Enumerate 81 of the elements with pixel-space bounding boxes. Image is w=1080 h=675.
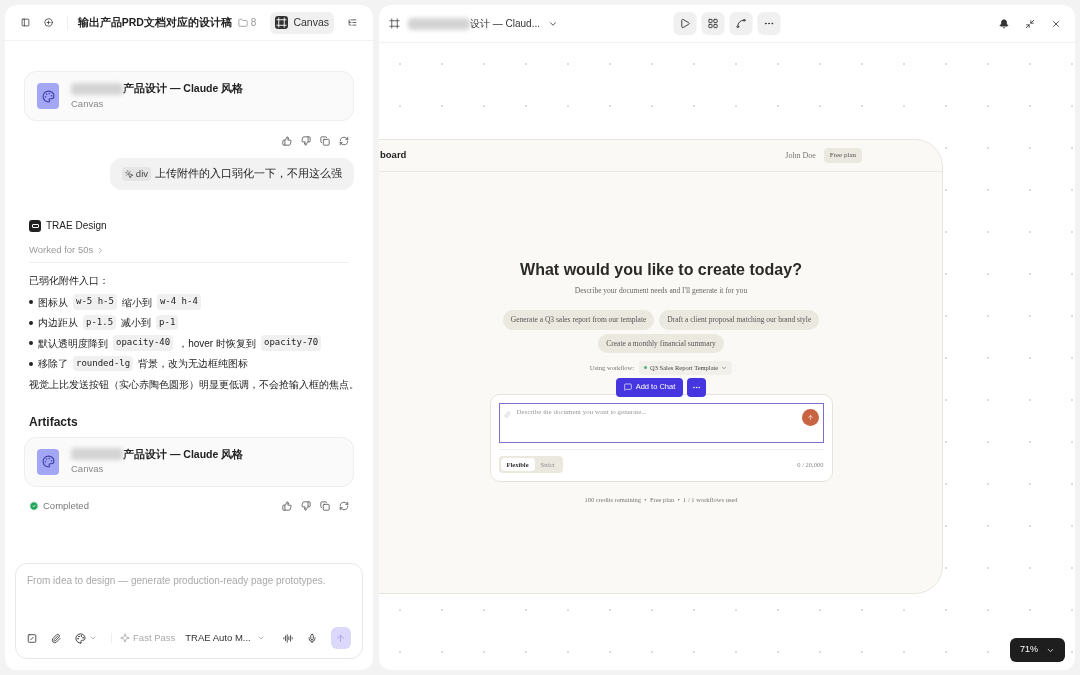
bullet-text: 图标从 bbox=[38, 295, 68, 310]
artifacts-heading: Artifacts bbox=[28, 413, 79, 431]
copy-icon[interactable] bbox=[320, 500, 330, 511]
bullet-text: 减小到 bbox=[121, 316, 152, 330]
bullet-text: 缩小到 bbox=[121, 295, 152, 310]
cursor-click-icon bbox=[124, 169, 134, 179]
bullet-text: 移除了 bbox=[38, 357, 68, 371]
collapse-icon[interactable] bbox=[1025, 18, 1035, 29]
inline-code: opacity-70 bbox=[261, 335, 322, 351]
zoom-selector[interactable]: 71% bbox=[1010, 638, 1065, 662]
bullet-text: ，hover 时恢复到 bbox=[178, 336, 256, 351]
assistant-name: TRAE Design bbox=[46, 219, 107, 233]
slash-command-icon[interactable] bbox=[27, 632, 38, 644]
artboard-title: 设计 — Claud... bbox=[470, 17, 541, 31]
blurred-block bbox=[71, 448, 123, 461]
file-icon bbox=[37, 448, 59, 475]
arrow-up-icon bbox=[806, 413, 814, 421]
palette-icon[interactable] bbox=[75, 632, 87, 644]
status-text: Completed bbox=[43, 498, 89, 513]
chevron-down-icon bbox=[256, 634, 265, 642]
model-selector[interactable]: TRAE Auto M... bbox=[185, 630, 265, 646]
thumbs-down-icon[interactable] bbox=[301, 136, 311, 146]
connector-button[interactable] bbox=[729, 12, 753, 35]
artifact-title: 产品设计 — Claude 风格 bbox=[123, 81, 244, 96]
chat-bubble-icon bbox=[623, 383, 632, 391]
folder-icon bbox=[237, 17, 248, 28]
blurred-block bbox=[71, 82, 123, 95]
new-chat-icon[interactable] bbox=[44, 16, 53, 29]
element-chip: div bbox=[121, 166, 151, 182]
copy-icon[interactable] bbox=[320, 136, 330, 146]
conversation-title: 输出产品PRD文档对应的设计稿 bbox=[77, 14, 232, 30]
grid-button[interactable] bbox=[701, 12, 725, 35]
artifact-title: 产品设计 — Claude 风格 bbox=[123, 446, 244, 462]
arrow-up-icon bbox=[335, 632, 347, 644]
artifact-type: Canvas bbox=[71, 462, 105, 477]
bullet-text: 背景，改为无边框纯图标 bbox=[138, 357, 249, 371]
folder-count: 8 bbox=[250, 16, 257, 30]
prompt-input[interactable]: From idea to design — generate production-ready page prototypes. bbox=[27, 573, 351, 588]
canvas-tab[interactable]: Canvas bbox=[270, 11, 334, 34]
frame-icon bbox=[389, 18, 400, 29]
bullet-text: 默认透明度降到 bbox=[38, 336, 108, 351]
bullet-text: 内边距从 bbox=[38, 316, 78, 330]
mic-icon[interactable] bbox=[306, 632, 317, 644]
refresh-icon[interactable] bbox=[339, 500, 349, 511]
thumbs-down-icon[interactable] bbox=[301, 500, 311, 511]
check-icon bbox=[29, 500, 39, 511]
sidebar-toggle-icon[interactable] bbox=[21, 16, 30, 29]
file-icon bbox=[37, 83, 59, 109]
play-icon bbox=[679, 18, 691, 29]
blurred-block bbox=[408, 17, 470, 30]
response-intro: 已弱化附件入口： bbox=[29, 274, 110, 289]
grid-icon bbox=[707, 18, 719, 29]
inline-code: w-5 h-5 bbox=[73, 294, 117, 310]
thumbs-up-icon[interactable] bbox=[282, 500, 292, 511]
inline-code: p-1 bbox=[156, 314, 179, 331]
frame-icon bbox=[275, 16, 289, 29]
inline-code: p-1.5 bbox=[83, 314, 117, 331]
message-text: 上传附件的入口弱化一下，不用这么强 bbox=[155, 166, 342, 182]
hero-heading: What would you like to create today? bbox=[520, 260, 802, 280]
artifact-type: Canvas bbox=[71, 96, 105, 111]
assistant-avatar-icon bbox=[29, 219, 41, 232]
more-options-button[interactable] bbox=[687, 377, 707, 397]
inline-code: rounded-lg bbox=[73, 355, 134, 372]
artifact-card[interactable]: 产品设计 — Claude 风格 Canvas bbox=[24, 436, 354, 487]
attach-icon[interactable] bbox=[51, 632, 62, 644]
close-icon[interactable] bbox=[1051, 18, 1061, 29]
outline-icon[interactable] bbox=[348, 16, 357, 29]
inline-code: opacity-40 bbox=[113, 335, 174, 351]
audio-icon[interactable] bbox=[282, 632, 293, 644]
inline-code: w-4 h-4 bbox=[156, 294, 201, 310]
connector-icon bbox=[735, 18, 747, 29]
sparkle-icon bbox=[120, 633, 131, 643]
refresh-icon[interactable] bbox=[339, 136, 349, 146]
play-button[interactable] bbox=[673, 12, 697, 35]
artifact-card[interactable]: 产品设计 — Claude 风格 Canvas bbox=[24, 71, 354, 121]
thumbs-up-icon[interactable] bbox=[282, 136, 292, 146]
user-name: John Doe bbox=[785, 149, 816, 162]
chevron-down-icon bbox=[721, 364, 728, 371]
bell-icon[interactable] bbox=[999, 18, 1009, 29]
send-button[interactable] bbox=[801, 408, 819, 426]
brand-name: board bbox=[380, 148, 407, 163]
